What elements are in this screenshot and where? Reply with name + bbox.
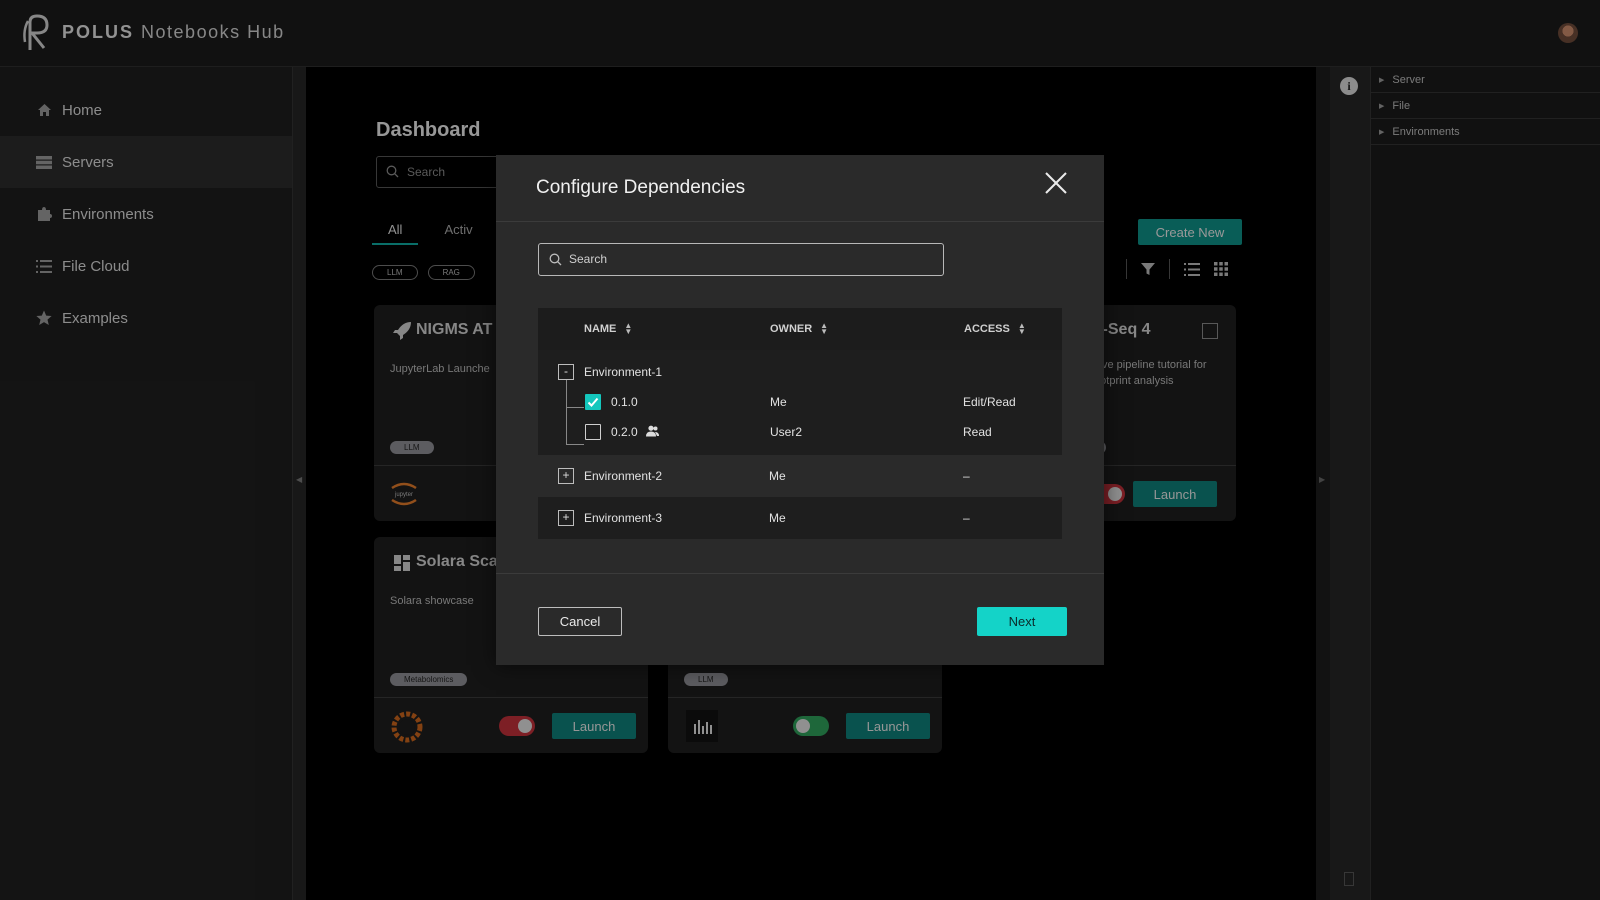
environment-group: + Environment-3 Me – — [538, 497, 1062, 539]
table-row[interactable]: + Environment-3 Me – — [538, 506, 1062, 530]
access-cell: – — [963, 511, 970, 525]
modal-title: Configure Dependencies — [536, 177, 746, 198]
next-button[interactable]: Next — [977, 607, 1067, 636]
modal-footer-divider — [496, 573, 1104, 574]
expand-toggle[interactable]: + — [558, 468, 574, 484]
access-cell: Read — [963, 425, 992, 439]
configure-dependencies-dialog: Configure Dependencies Search NAME ▲ ▼ OWN… — [496, 155, 1104, 665]
column-header-label: OWNER — [770, 323, 813, 335]
expand-toggle[interactable]: + — [558, 510, 574, 526]
checkmark-icon — [587, 397, 599, 407]
version-label: 0.1.0 — [611, 395, 638, 409]
close-icon[interactable] — [1044, 171, 1068, 195]
access-cell: Edit/Read — [963, 395, 1016, 409]
search-placeholder: Search — [569, 252, 608, 266]
environment-name: Environment-1 — [584, 365, 663, 379]
search-icon — [549, 253, 562, 266]
version-checkbox[interactable] — [585, 394, 601, 410]
version-checkbox[interactable] — [585, 424, 601, 440]
environment-group: + Environment-2 Me – — [538, 455, 1062, 497]
shared-users-icon — [646, 425, 659, 437]
owner-cell: Me — [770, 395, 787, 409]
modal-header: Configure Dependencies — [496, 155, 1104, 222]
cancel-button[interactable]: Cancel — [538, 607, 622, 636]
access-cell: – — [963, 469, 970, 483]
table-row[interactable]: + Environment-2 Me – — [538, 464, 1062, 488]
column-header-owner[interactable]: OWNER ▲ ▼ — [770, 321, 829, 336]
tree-line — [566, 444, 584, 445]
sort-icon: ▲ ▼ — [820, 321, 829, 336]
column-header-label: NAME — [584, 323, 617, 335]
table-row[interactable]: 0.2.0 User2 Read — [538, 420, 1062, 444]
table-row[interactable]: - Environment-1 — [538, 360, 1062, 384]
owner-cell: Me — [769, 469, 786, 483]
owner-cell: User2 — [770, 425, 803, 439]
table-header: NAME ▲ ▼ OWNER ▲ ▼ ACCESS ▲ ▼ — [538, 308, 1062, 350]
dependencies-table: NAME ▲ ▼ OWNER ▲ ▼ ACCESS ▲ ▼ - Environment-1 … — [538, 308, 1062, 539]
environment-group: - Environment-1 0.1.0 Me Edit/Read 0.2.0… — [538, 350, 1062, 455]
column-header-label: ACCESS — [964, 323, 1010, 335]
dependency-search-input[interactable]: Search — [538, 243, 944, 276]
owner-cell: Me — [769, 511, 786, 525]
version-label: 0.2.0 — [611, 425, 638, 439]
sort-icon: ▲ ▼ — [1017, 321, 1026, 336]
collapse-toggle[interactable]: - — [558, 364, 574, 380]
environment-name: Environment-3 — [584, 511, 663, 525]
sort-icon: ▲ ▼ — [624, 321, 633, 336]
environment-name: Environment-2 — [584, 469, 663, 483]
column-header-name[interactable]: NAME ▲ ▼ — [584, 321, 633, 336]
table-row[interactable]: 0.1.0 Me Edit/Read — [538, 390, 1062, 414]
column-header-access[interactable]: ACCESS ▲ ▼ — [964, 321, 1026, 336]
